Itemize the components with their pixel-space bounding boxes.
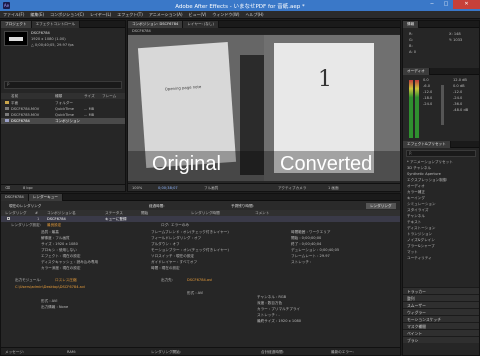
output-module-value[interactable]: ロスレス圧縮 — [55, 277, 77, 283]
camera-select[interactable]: アクティブカメラ — [278, 185, 306, 191]
menu-file[interactable]: ファイル(F) — [0, 11, 27, 19]
window-title: Adobe After Effects - いまなせPDF for 音紙.aep… — [175, 4, 305, 10]
log-select[interactable]: エラーのみ — [171, 222, 189, 228]
remaining-label: 予測残り時間: — [231, 204, 254, 208]
panel-wiggler[interactable]: ウィグラー — [403, 308, 479, 315]
panel-tracker[interactable]: トラッカー — [403, 287, 479, 294]
audio-scale-left: 0.0 -6.0 -12.0 -18.0 -24.0 — [423, 78, 433, 106]
maximize-button[interactable]: □ — [439, 0, 453, 9]
col-size[interactable]: サイズ — [84, 93, 95, 99]
panel-align[interactable]: 整列 — [403, 294, 479, 301]
render-footer: メッセージ: RAM: レンダリング開始: 合計経過時間: 最新のエラー: — [1, 347, 400, 355]
tab-project[interactable]: プロジェクト — [1, 21, 32, 28]
zoom-select[interactable]: 100% — [132, 185, 142, 191]
tab-info[interactable]: 情報 — [403, 21, 420, 28]
project-list: 平面 フォルダー DSCF6784.MOV QuickTime ... MB D… — [1, 100, 125, 124]
render-status-row: 現在のレンダリング 経過時間: 予測残り時間: レンダリング — [1, 201, 400, 210]
document-page: Opening page note — [137, 42, 237, 168]
page-text: Opening page note — [164, 83, 202, 92]
col-frame[interactable]: フレーム — [102, 93, 116, 99]
audio-panel: 0.0 -6.0 -12.0 -18.0 -24.0 12.0 dB 0.0 d… — [403, 75, 479, 141]
menu-view[interactable]: ビュー(V) — [186, 11, 210, 19]
menu-window[interactable]: ウィンドウ(W) — [209, 11, 242, 19]
menu-animation[interactable]: アニメーション(A) — [146, 11, 186, 19]
panel-smoother[interactable]: スムーザー — [403, 301, 479, 308]
effects-search-input[interactable]: P. — [406, 150, 476, 157]
tab-timeline[interactable]: DSCF6784 — [1, 194, 29, 201]
composition-panel: コンポジション: DSCF6784 レイヤー: (なし) DSCF6784 Ope… — [127, 20, 401, 192]
output-path-input[interactable]: C:\Users\admin\Desktop\DSCF6784.avi — [15, 284, 85, 290]
render-button[interactable]: レンダリング — [366, 203, 396, 209]
label-original: Original — [152, 153, 221, 175]
panel-paint[interactable]: ペイント — [403, 329, 479, 336]
project-panel: プロジェクト エフェクトコントロール DSCF6784 1920 x 1080 (… — [0, 20, 126, 192]
menu-bar: ファイル(F) 編集(E) コンポジション(C) レイヤー(L) エフェクト(T) アニメ… — [0, 11, 480, 19]
project-search-input[interactable]: P — [4, 81, 122, 89]
render-settings-row: レンダリング設定: 最良設定 ログ: エラーのみ — [11, 222, 189, 228]
page-number: 1 — [318, 67, 332, 92]
footage-icon — [5, 113, 9, 116]
search-icon: P. — [409, 151, 413, 156]
output-path-row: C:\Users\admin\Desktop\DSCF6784.avi 形式 :… — [15, 284, 204, 295]
menu-layer[interactable]: レイヤー(L) — [87, 11, 114, 19]
close-button[interactable]: ✕ — [453, 0, 480, 9]
panel-mask-interpolation[interactable]: マスク補間 — [403, 322, 479, 329]
menu-effect[interactable]: エフェクト(T) — [114, 11, 146, 19]
minimize-button[interactable]: ─ — [425, 0, 439, 9]
right-column: 情報 R: G: B: A: 0 X: 148 Y: 1033 オーディオ 0.… — [402, 20, 480, 356]
views-select[interactable]: 1 画面 — [328, 185, 339, 191]
info-panel: R: G: B: A: 0 X: 148 Y: 1033 — [409, 32, 463, 54]
folder-icon — [5, 101, 9, 104]
menu-composition[interactable]: コンポジション(C) — [47, 11, 87, 19]
tab-composition[interactable]: コンポジション: DSCF6784 — [128, 21, 184, 28]
tab-layer[interactable]: レイヤー: (なし) — [183, 21, 219, 28]
trash-icon[interactable]: ⌫ — [5, 185, 10, 191]
footage-icon — [5, 107, 9, 110]
render-queue-panel: DSCF6784 レンダーキュー 現在のレンダリング 経過時間: 予測残り時間: … — [0, 193, 401, 356]
composition-icon — [5, 119, 9, 122]
panel-motion-sketch[interactable]: モーションスケッチ — [403, 315, 479, 322]
render-settings-value[interactable]: 最良設定 — [47, 222, 61, 228]
audio-meter-left — [409, 80, 413, 138]
elapsed-label: 経過時間: — [149, 204, 165, 208]
render-details: 品質 : 最高 解像度 : フル画質 サイズ : 1920 x 1080 プロキ… — [41, 230, 340, 270]
item-info: DSCF6784 1920 x 1080 (1.00) △ 0;00;40;05… — [31, 30, 74, 48]
viewer-footer: 100% 0;00;38;07 フル画質 アクティブカメラ 1 画面 — [128, 183, 400, 191]
resolution-select[interactable]: フル画質 — [204, 185, 218, 191]
collapsed-panels: トラッカー 整列 スムーザー ウィグラー モーションスケッチ マスク補間 ペイン… — [403, 287, 479, 343]
list-item[interactable]: DSCF6784 コンポジション — [1, 118, 125, 124]
tab-effect-controls[interactable]: エフェクトコントロール — [31, 21, 81, 28]
audio-scale-right: 12.0 dB 0.0 dB -12.0 -24.0 -36.0 -48.0 d… — [453, 78, 469, 112]
label-converted: Converted — [280, 153, 373, 175]
list-item[interactable]: ユーティリティ — [407, 255, 479, 261]
title-bar: Ae Adobe After Effects - いまなせPDF for 音紙.… — [0, 0, 480, 11]
item-thumbnail — [4, 31, 28, 46]
viewer-canvas[interactable]: Opening page note 1 Original Converted — [128, 35, 400, 181]
col-name[interactable]: 名前 — [11, 93, 18, 99]
audio-slider[interactable] — [441, 85, 444, 125]
project-footer: ⌫ 8 bpc — [1, 184, 125, 191]
search-icon: P — [7, 82, 10, 87]
render-checkbox[interactable] — [7, 217, 10, 220]
breadcrumb[interactable]: DSCF6784 — [128, 28, 400, 34]
project-columns: 名前 種類 サイズ フレーム — [1, 93, 125, 99]
menu-edit[interactable]: 編集(E) — [27, 11, 47, 19]
effects-list: * アニメーションプリセット 3D チャンネル Synthetic Apertu… — [403, 159, 479, 261]
panel-brushes[interactable]: ブラシ — [403, 336, 479, 343]
output-to-value[interactable]: DSCF6784.avi — [187, 277, 212, 283]
tab-audio[interactable]: オーディオ — [403, 68, 430, 75]
col-type[interactable]: 種類 — [55, 93, 62, 99]
item-duration: △ 0;00;40;05, 29.97 fps — [31, 43, 74, 47]
audio-meter-right — [415, 80, 419, 138]
menu-help[interactable]: ヘルプ(H) — [242, 11, 266, 19]
output-module-row: 出力モジュール: ロスレス圧縮 出力先: DSCF6784.avi — [15, 277, 213, 283]
tab-render-queue[interactable]: レンダーキュー — [28, 194, 63, 201]
output-details: 形式 : AVI 出力情報 : None チャンネル : RGB 深度 : 数百… — [41, 295, 302, 323]
current-time[interactable]: 0;00;38;07 — [158, 185, 178, 191]
bit-depth[interactable]: 8 bpc — [23, 185, 33, 191]
current-render-label: 現在のレンダリング — [9, 204, 42, 208]
tab-effects-presets[interactable]: エフェクト&プリセット — [403, 141, 451, 148]
